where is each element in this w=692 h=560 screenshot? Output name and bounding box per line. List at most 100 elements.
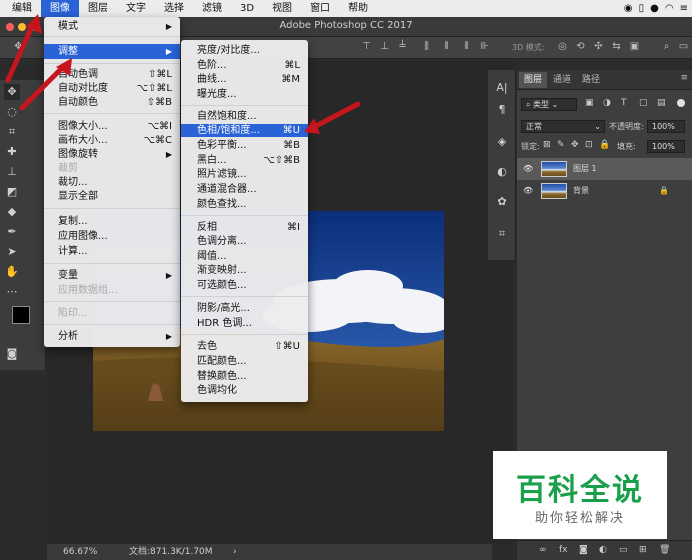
lasso-tool-icon[interactable]: ◌ xyxy=(4,104,20,120)
menu-item-variables[interactable]: 变量 ▶ xyxy=(44,269,180,282)
lock-position-icon[interactable]: ✥ xyxy=(571,140,579,150)
menu-view[interactable]: 视图 xyxy=(263,0,301,17)
fill-input[interactable]: 100% xyxy=(647,140,685,153)
3d-scale-icon[interactable]: ▣ xyxy=(628,41,641,53)
menu-image[interactable]: 图像 xyxy=(41,0,79,17)
opacity-input[interactable]: 100% xyxy=(647,120,685,133)
menu-item-calculations[interactable]: 计算... xyxy=(44,245,180,258)
menu-item-threshold[interactable]: 阈值... xyxy=(181,250,308,263)
menu-type[interactable]: 文字 xyxy=(117,0,155,17)
wifi-icon[interactable]: ◠ xyxy=(665,3,674,14)
menu-item-hue-saturation[interactable]: 色相/饱和度... ⌘U xyxy=(181,124,308,137)
new-adjustment-icon[interactable]: ◐ xyxy=(599,545,607,555)
tab-paths[interactable]: 路径 xyxy=(577,72,605,88)
align-middle-icon[interactable]: ⊥ xyxy=(378,41,391,53)
crop-tool-icon[interactable]: ⌗ xyxy=(4,124,20,140)
menu-3d[interactable]: 3D xyxy=(231,0,263,17)
qq-icon[interactable]: ◉ xyxy=(624,3,633,14)
paragraph-panel-icon[interactable]: ¶ xyxy=(494,102,510,118)
zoom-level[interactable]: 66.67% xyxy=(63,544,97,560)
layer-style-icon[interactable]: fx xyxy=(559,545,568,555)
quick-mask-icon[interactable]: ◙ xyxy=(4,346,20,362)
account-icon[interactable]: ● xyxy=(650,3,659,14)
delete-layer-icon[interactable]: 🗑 xyxy=(659,545,670,555)
add-mask-icon[interactable]: ◙ xyxy=(579,545,588,555)
path-select-icon[interactable]: ➤ xyxy=(4,244,20,260)
auto-align-icon[interactable]: ⊪ xyxy=(478,41,491,53)
filter-adjust-icon[interactable]: ◑ xyxy=(603,98,611,108)
adjustments-panel-icon[interactable]: ◐ xyxy=(494,164,510,180)
status-chevron-icon[interactable]: › xyxy=(233,544,237,560)
menu-item-adjustments[interactable]: 调整 ▶ xyxy=(44,44,180,59)
menu-item-auto-color[interactable]: 自动颜色 ⇧⌘B xyxy=(44,96,180,109)
hand-tool-icon[interactable]: ✋ xyxy=(4,264,20,280)
3d-roll-icon[interactable]: ⟲ xyxy=(574,41,587,53)
menu-item-curves[interactable]: 曲线... ⌘M xyxy=(181,73,308,86)
blur-tool-icon[interactable]: ◆ xyxy=(4,204,20,220)
visibility-eye-icon[interactable]: 👁 xyxy=(523,158,533,180)
menu-item-levels[interactable]: 色阶... ⌘L xyxy=(181,59,308,72)
move-tool-icon[interactable]: ✥ xyxy=(4,84,20,100)
menu-item-apply-image[interactable]: 应用图像... xyxy=(44,230,180,243)
filter-toggle[interactable] xyxy=(677,99,685,107)
foreground-color-swatch[interactable] xyxy=(12,306,30,324)
menu-item-analysis[interactable]: 分析 ▶ xyxy=(44,330,180,343)
menu-item-auto-contrast[interactable]: 自动对比度 ⌥⇧⌘L xyxy=(44,82,180,95)
3d-slide-icon[interactable]: ⇆ xyxy=(610,41,623,53)
search-icon[interactable]: ⌕ xyxy=(660,41,673,53)
menu-item-image-rotation[interactable]: 图像旋转 ▶ xyxy=(44,148,180,161)
menu-item-photo-filter[interactable]: 照片滤镜... xyxy=(181,168,308,181)
menu-item-trim[interactable]: 裁切... xyxy=(44,176,180,189)
lock-brush-icon[interactable]: ✎ xyxy=(557,140,565,150)
eraser-tool-icon[interactable]: ◩ xyxy=(4,184,20,200)
menu-select[interactable]: 选择 xyxy=(155,0,193,17)
menu-item-reveal-all[interactable]: 显示全部 xyxy=(44,190,180,203)
menu-item-color-lookup[interactable]: 颜色查找... xyxy=(181,198,308,211)
menu-list-icon[interactable]: ≡ xyxy=(680,3,688,14)
menu-item-invert[interactable]: 反相 ⌘I xyxy=(181,221,308,234)
filter-shape-icon[interactable]: ▢ xyxy=(639,98,648,108)
menu-item-shadows-highlights[interactable]: 阴影/高光... xyxy=(181,302,308,315)
notification-icon[interactable]: ▯ xyxy=(639,3,645,14)
blend-mode-select[interactable]: 正常 ⌄ xyxy=(521,120,605,133)
tab-channels[interactable]: 通道 xyxy=(548,72,576,88)
layer-row[interactable]: 👁 图层 1 xyxy=(517,158,692,180)
menu-item-canvas-size[interactable]: 画布大小... ⌥⌘C xyxy=(44,134,180,147)
menu-item-color-balance[interactable]: 色彩平衡... ⌘B xyxy=(181,139,308,152)
stamp-tool-icon[interactable]: ⊥ xyxy=(4,164,20,180)
menu-window[interactable]: 窗口 xyxy=(301,0,339,17)
menu-item-image-size[interactable]: 图像大小... ⌥⌘I xyxy=(44,120,180,133)
workspace-icon[interactable]: ▭ xyxy=(677,41,690,53)
new-group-icon[interactable]: ▭ xyxy=(619,545,628,555)
character-panel-icon[interactable]: A| xyxy=(494,80,510,96)
menu-item-replace-color[interactable]: 替换颜色... xyxy=(181,370,308,383)
move-tool-icon[interactable]: ✥ xyxy=(12,41,25,53)
menu-edit[interactable]: 编辑 xyxy=(0,0,41,17)
pen-tool-icon[interactable]: ✒ xyxy=(4,224,20,240)
filter-smart-icon[interactable]: ▤ xyxy=(657,98,666,108)
menu-item-mode[interactable]: 模式 ▶ xyxy=(44,20,180,33)
menu-help[interactable]: 帮助 xyxy=(339,0,377,17)
filter-pixel-icon[interactable]: ▣ xyxy=(585,98,594,108)
3d-drag-icon[interactable]: ✣ xyxy=(592,41,605,53)
layers-panel-icon[interactable]: ◈ xyxy=(494,134,510,150)
new-layer-icon[interactable]: ⊞ xyxy=(639,545,647,555)
align-top-icon[interactable]: ⊤ xyxy=(360,41,373,53)
distribute-icon[interactable]: ⫼ xyxy=(420,41,433,53)
libraries-panel-icon[interactable]: ✿ xyxy=(494,194,510,210)
layer-row[interactable]: 👁 背景 🔒 xyxy=(517,180,692,202)
menu-item-posterize[interactable]: 色调分离... xyxy=(181,235,308,248)
visibility-eye-icon[interactable]: 👁 xyxy=(523,180,533,202)
menu-item-match-color[interactable]: 匹配颜色... xyxy=(181,355,308,368)
menu-item-equalize[interactable]: 色调均化 xyxy=(181,384,308,397)
filter-type-icon[interactable]: T xyxy=(621,98,627,108)
more-tools-icon[interactable]: ⋯ xyxy=(4,284,20,300)
distribute-v-icon[interactable]: ⦀ xyxy=(460,41,473,53)
panel-menu-icon[interactable]: ≡ xyxy=(680,73,688,83)
lock-artboard-icon[interactable]: ⊡ xyxy=(585,140,593,150)
menu-item-channel-mixer[interactable]: 通道混合器... xyxy=(181,183,308,196)
lock-all-icon[interactable]: 🔒 xyxy=(599,140,610,150)
tab-layers[interactable]: 图层 xyxy=(519,72,548,88)
distribute-h-icon[interactable]: ⫴ xyxy=(440,41,453,53)
menu-item-vibrance[interactable]: 自然饱和度... xyxy=(181,110,308,123)
